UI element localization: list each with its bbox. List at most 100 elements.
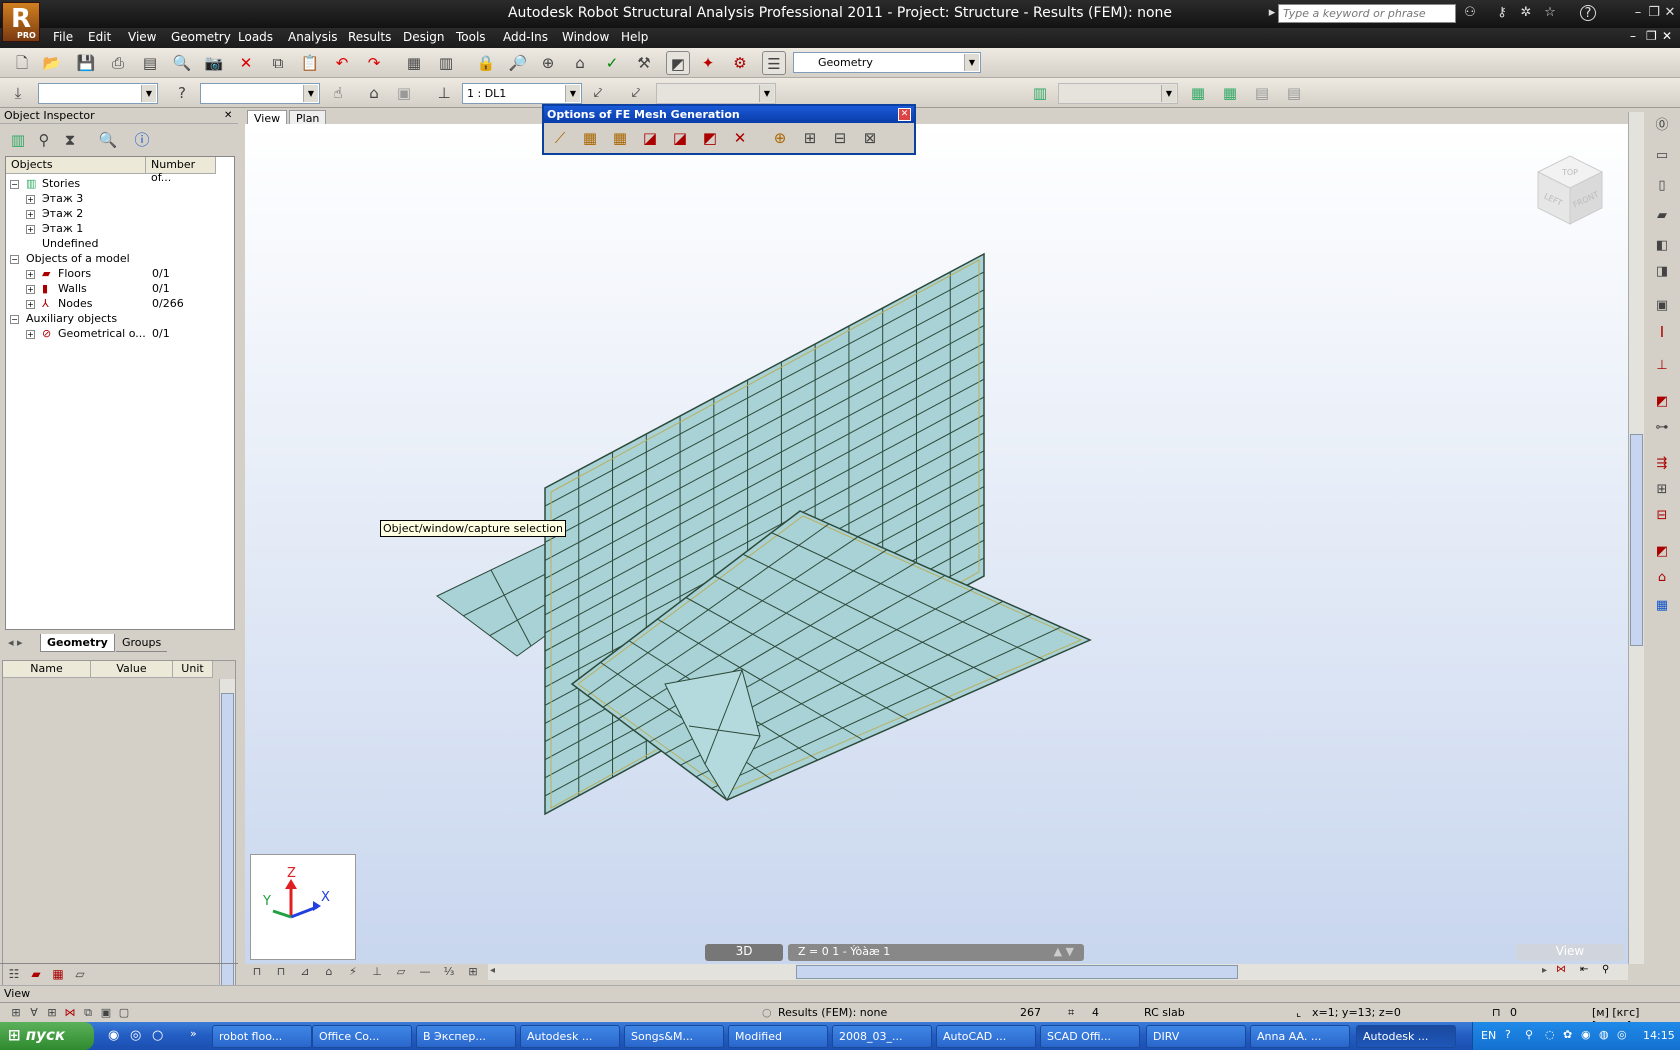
tree-toggle-icon[interactable]: + [26,270,35,279]
section-icon[interactable]: Ⅰ [1650,320,1674,344]
taskbar-item[interactable]: DIRV [1146,1025,1246,1048]
hscroll-thumb[interactable] [796,965,1238,979]
fe-mesh-model[interactable] [245,124,1628,964]
taskbar-item[interactable]: AutoCAD ... [936,1025,1036,1048]
view-split-icon[interactable]: ⋈ [1556,964,1566,975]
restore-icon[interactable]: ❐ [1646,5,1662,21]
mesh-grid-icon[interactable]: ▦ [578,126,602,150]
table-grid-icon[interactable]: ▦ [1650,594,1674,618]
load-table-icon[interactable]: ⊟ [1650,504,1674,528]
mesh-lock-icon[interactable]: ◪ [668,126,692,150]
taskbar-item[interactable]: В Экспер... [416,1025,516,1048]
view-3d-button[interactable]: 3D [705,944,783,961]
node-selection-combo[interactable]: ▼ [38,83,158,104]
material-icon[interactable]: ◩ [1650,390,1674,414]
model-icon[interactable]: ⌂ [568,51,592,75]
clock[interactable]: 14:15 [1643,1029,1675,1042]
mesh-refine-icon[interactable]: ◩ [698,126,722,150]
load-combination-icon[interactable]: ⤦ [624,81,648,105]
tree-row[interactable]: − ▥ Stories [6,177,234,192]
taskbar-item[interactable]: Modified [728,1025,828,1048]
mesh-panel-icon[interactable]: ◪ [638,126,662,150]
results-icon[interactable]: ✦ [696,51,720,75]
load-panel-icon[interactable]: ⊞ [1650,478,1674,502]
view-tool-6-icon[interactable]: ⊥ [365,960,389,984]
help-tray-icon[interactable]: ? [1505,1028,1511,1041]
open-icon[interactable]: 📂 [40,51,64,75]
tab-geometry[interactable]: Geometry [40,634,115,652]
doc-close-icon[interactable]: ✕ [1662,29,1672,43]
mesh-gen-icon[interactable]: ⟋ [548,126,572,150]
undo-icon[interactable]: ↶ [330,51,354,75]
doc-minimize-icon[interactable]: – [1630,29,1636,43]
tree-row[interactable]: + Этаж 1 [6,222,234,237]
fe-options-close-icon[interactable]: ✕ [898,108,911,121]
mesh-icon[interactable]: ◩ [666,51,690,75]
view-tool-7-icon[interactable]: ▱ [389,960,413,984]
solid-icon[interactable]: ▣ [1650,294,1674,318]
tree-toggle-icon[interactable]: + [26,285,35,294]
bar-selection-combo[interactable]: ▼ [200,83,320,104]
wall-icon[interactable]: ◧ [1650,234,1674,258]
load-case-select[interactable]: 1 : DL1 ▼ [462,83,582,104]
tree-toggle-icon[interactable]: + [26,300,35,309]
copy-view-icon[interactable]: ▣ [392,81,416,105]
story-help-icon[interactable]: ▦ [1218,81,1242,105]
chevron-down-icon[interactable]: ▼ [565,85,580,102]
screen-capture-icon[interactable]: 📷 [202,51,226,75]
book-icon[interactable]: ▰ [24,962,48,986]
taskbar-item[interactable]: 2008_03_... [832,1025,932,1048]
props-scrollbar[interactable] [219,679,235,1037]
language-indicator[interactable]: EN [1481,1029,1496,1042]
view-tool-5-icon[interactable]: ⚡ [341,960,365,984]
menu-analysis[interactable]: Analysis [288,30,337,44]
menu-window[interactable]: Window [562,30,609,44]
taskbar-item[interactable]: Anna AA. ... [1250,1025,1350,1048]
browser-quicklaunch-icon[interactable]: ◎ [130,1028,141,1043]
menu-tools[interactable]: Tools [456,30,486,44]
chevron-down-icon[interactable]: ▼ [141,85,156,102]
chevron-down-icon[interactable]: ▼ [303,85,318,102]
prop-value-header[interactable]: Value [91,661,173,678]
tree-row[interactable]: + ▮ Walls 0/1 [6,282,234,297]
antivirus-tray-icon[interactable]: ◍ [1599,1028,1609,1041]
mesh-split-icon[interactable]: ⊞ [798,126,822,150]
story-select[interactable]: ▼ [1058,83,1178,104]
chevron-down-icon[interactable]: ▼ [964,54,979,71]
view-tool-9-icon[interactable]: ⅓ [437,960,461,984]
tree-toggle-icon[interactable]: + [26,195,35,204]
calc-icon[interactable]: ⚒ [632,51,656,75]
tree-row[interactable]: + ⊘ Geometrical o... 0/1 [6,327,234,342]
layer-icon[interactable]: ▱ [68,962,92,986]
copy-icon[interactable]: ⧉ [266,51,290,75]
mesh-local-icon[interactable]: ▦ [608,126,632,150]
menu-help[interactable]: Help [621,30,648,44]
target-icon[interactable]: ⊕ [536,51,560,75]
inspector-stories-icon[interactable]: ▥ [6,128,30,152]
view-tool-4-icon[interactable]: ⌂ [317,960,341,984]
volume-tray-icon[interactable]: ◉ [1581,1028,1591,1041]
menu-loads[interactable]: Loads [238,30,273,44]
preview-icon[interactable]: 🔍 [170,51,194,75]
table-view-icon[interactable]: ▦ [46,962,70,986]
prop-name-header[interactable]: Name [3,661,91,678]
tree-view-icon[interactable]: ☷ [2,962,26,986]
update-tray-icon[interactable]: ◎ [1617,1028,1627,1041]
icq-tray-icon[interactable]: ✿ [1563,1028,1572,1041]
quicklaunch-more-icon[interactable]: » [190,1027,197,1040]
tree-toggle-icon[interactable]: + [26,210,35,219]
menu-view[interactable]: View [128,30,156,44]
find-icon[interactable]: 🔍 [96,128,120,152]
load-case-icon[interactable]: ⊥ [432,81,456,105]
view-tool-10-icon[interactable]: ⊞ [461,960,485,984]
close-icon[interactable]: ✕ [1662,5,1678,21]
check-icon[interactable]: ✓ [600,51,624,75]
calculator-icon[interactable]: ▦ [402,51,426,75]
chevron-down-icon[interactable]: ▼ [759,85,774,102]
hand-help-icon[interactable]: ☝ [326,81,350,105]
tree-toggle-icon[interactable]: − [10,315,19,324]
mesh-target-icon[interactable]: ⊕ [768,126,792,150]
view-bike-icon[interactable]: ⚲ [1602,964,1609,975]
tree-row[interactable]: + Этаж 2 [6,207,234,222]
bar-icon[interactable]: ▭ [1650,144,1674,168]
